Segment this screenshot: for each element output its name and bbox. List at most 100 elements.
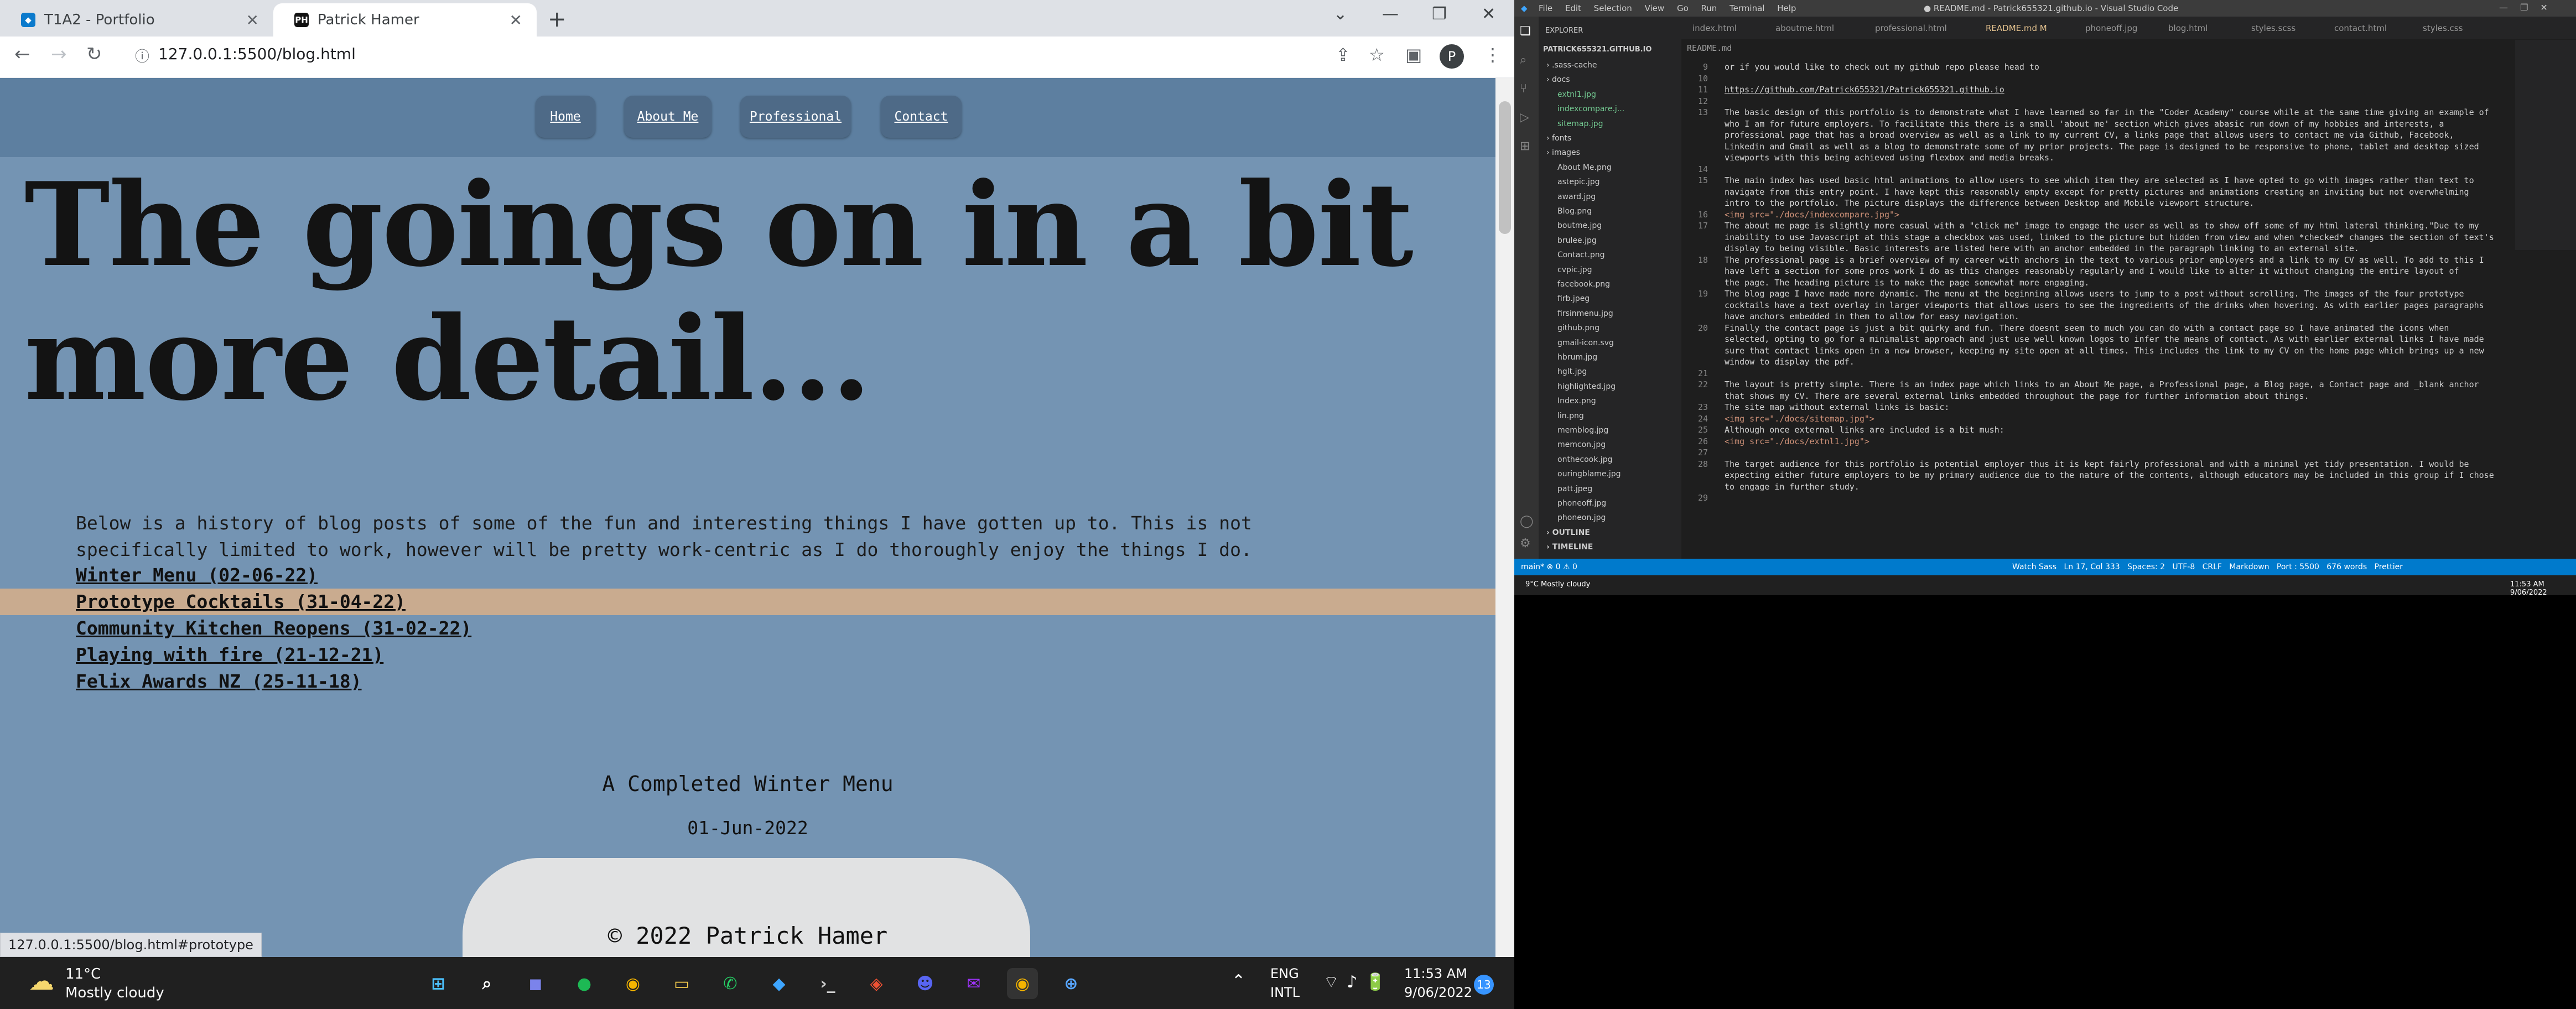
file-tree-item[interactable]: memcon.jpg — [1557, 440, 1606, 449]
bookmark-star-icon[interactable]: ☆ — [1369, 44, 1385, 65]
account-icon[interactable]: ◯ — [1520, 514, 1534, 528]
nav-about-button[interactable]: About Me — [624, 96, 711, 138]
forward-icon[interactable]: → — [51, 43, 67, 65]
file-tree-item[interactable]: boutme.jpg — [1557, 221, 1602, 230]
file-tree-item[interactable]: gmail-icon.svg — [1557, 339, 1614, 347]
weather-desc[interactable]: Mostly cloudy — [65, 985, 164, 1001]
tab-portfolio[interactable]: ◆ T1A2 - Portfolio ✕ — [0, 3, 273, 37]
tab-patrick-hamer[interactable]: PH Patrick Hamer ✕ — [273, 3, 537, 37]
back-icon[interactable]: ← — [14, 43, 30, 65]
file-tree-item[interactable]: › fonts — [1546, 134, 1571, 143]
file-tree-item[interactable]: cvpic.jpg — [1557, 266, 1592, 274]
side-panel-icon[interactable]: ▣ — [1405, 44, 1422, 65]
close-window-icon[interactable]: ✕ — [1482, 4, 1495, 24]
file-tree-item[interactable]: astepic.jpg — [1557, 178, 1600, 186]
secondary-clock[interactable]: 11:53 AM 9/06/2022 — [2510, 580, 2576, 597]
site-info-icon[interactable]: ⓘ — [135, 45, 149, 66]
file-tree-item[interactable]: memblog.jpg — [1557, 426, 1608, 435]
code-line[interactable]: <img src="./docs/extnl1.jpg"> — [1725, 436, 1869, 446]
code-line[interactable]: to engage in further study. — [1725, 482, 1860, 492]
extensions-icon[interactable]: ⊞ — [1520, 139, 1530, 153]
file-tree-item[interactable]: hbrum.jpg — [1557, 353, 1597, 362]
secondary-weather[interactable]: 9°C Mostly cloudy — [1525, 580, 1590, 589]
clock-date[interactable]: 9/06/2022 — [1404, 985, 1472, 1000]
nav-home-button[interactable]: Home — [536, 96, 595, 138]
file-tree-item[interactable]: firb.jpeg — [1557, 294, 1590, 303]
code-line[interactable]: intro to the portfolio. The picture disp… — [1725, 198, 2254, 208]
file-tree-item[interactable]: › OUTLINE — [1546, 528, 1590, 537]
code-line[interactable]: who I am for future employers. To facili… — [1725, 119, 2444, 129]
file-tree-item[interactable]: Contact.png — [1557, 251, 1605, 259]
vscode-menu[interactable]: File Edit Selection View Go Run Terminal… — [1539, 3, 1796, 13]
project-folder[interactable]: PATRICK655321.GITHUB.IO — [1543, 45, 1651, 54]
file-tree-item[interactable]: Blog.png — [1557, 207, 1592, 216]
code-editor[interactable]: README.md 9 or if you would like to check… — [1681, 40, 2576, 559]
more-menu-icon[interactable]: ⋮ — [1484, 44, 1502, 65]
file-tree-item[interactable]: phoneoff.jpg — [1557, 499, 1606, 508]
file-tree-item[interactable]: sitemap.jpg — [1557, 119, 1603, 128]
code-line[interactable]: The target audience for this portfolio i… — [1725, 459, 2469, 469]
file-tree-item[interactable]: facebook.png — [1557, 280, 1610, 289]
file-tree-item[interactable]: ouringblame.jpg — [1557, 470, 1621, 479]
code-line[interactable]: have left a section for some pros work I… — [1725, 266, 2459, 276]
code-line[interactable]: <img src="./docs/indexcompare.jpg"> — [1725, 210, 1899, 220]
file-tree-item[interactable]: hglt.jpg — [1557, 367, 1587, 376]
file-tree-item[interactable]: › images — [1546, 148, 1580, 157]
code-line[interactable]: The about me page is slightly more casua… — [1725, 221, 2479, 231]
code-line[interactable]: or if you would like to check out my git… — [1725, 62, 2039, 72]
source-control-icon[interactable]: ⑂ — [1520, 82, 1527, 96]
address-url[interactable]: 127.0.0.1:5500/blog.html — [158, 45, 356, 63]
vscode-window-controls[interactable]: —❐✕ — [2499, 2, 2560, 13]
editor-tab[interactable]: styles.css — [2423, 23, 2463, 33]
file-tree-item[interactable]: Index.png — [1557, 397, 1596, 405]
file-tree-item[interactable]: phoneon.jpg — [1557, 513, 1606, 522]
run-debug-icon[interactable]: ▷ — [1520, 111, 1529, 124]
file-explorer-icon[interactable]: ▭ — [666, 968, 697, 999]
messenger-icon[interactable]: ✉ — [958, 968, 989, 999]
code-line[interactable]: https://github.com/Patrick655321/Patrick… — [1725, 85, 2004, 95]
editor-tab[interactable]: styles.scss — [2251, 23, 2295, 33]
spotify-icon[interactable]: ● — [569, 968, 600, 999]
file-tree-item[interactable]: lin.png — [1557, 412, 1584, 420]
file-tree-item[interactable]: About Me.png — [1557, 163, 1612, 172]
search-icon[interactable]: ⌕ — [1520, 53, 1526, 67]
code-line[interactable]: sure that contact links open in a new br… — [1725, 346, 2484, 356]
gitbash-icon[interactable]: ◈ — [861, 968, 892, 999]
branch-status[interactable]: main* ⊗ 0 ⚠ 0 — [1521, 563, 1577, 571]
editor-tab-active[interactable]: README.md M — [1986, 23, 2047, 33]
notification-badge[interactable]: 13 — [1474, 975, 1494, 995]
share-icon[interactable]: ⇪ — [1336, 44, 1351, 65]
file-tree-item[interactable]: brulee.jpg — [1557, 236, 1597, 245]
editor-breadcrumb[interactable]: README.md — [1687, 43, 1732, 53]
file-tree-item[interactable]: firsinmenu.jpg — [1557, 309, 1613, 318]
code-line[interactable]: the page. The heading picture is to make… — [1725, 278, 2089, 288]
language-sub[interactable]: INTL — [1270, 985, 1300, 1000]
post-link-winter-menu[interactable]: Winter Menu (02-06-22) — [76, 562, 318, 589]
minimize-icon[interactable]: — — [1382, 4, 1399, 24]
post-link-community-kitchen[interactable]: Community Kitchen Reopens (31-02-22) — [76, 615, 471, 642]
editor-tab[interactable]: blog.html — [2168, 23, 2208, 33]
post-link-felix-awards[interactable]: Felix Awards NZ (25-11-18) — [76, 668, 362, 695]
scrollbar-thumb[interactable] — [1499, 101, 1511, 234]
editor-tab[interactable]: aboutme.html — [1775, 23, 1834, 33]
code-line[interactable]: selected, opting to go for a minimalist … — [1725, 334, 2484, 344]
file-tree-item[interactable]: › .sass-cache — [1546, 61, 1597, 70]
code-line[interactable]: have anchors embedded in them to allow f… — [1725, 311, 2019, 321]
file-tree-item[interactable]: onthecook.jpg — [1557, 455, 1612, 464]
file-tree-item[interactable]: github.png — [1557, 324, 1599, 332]
code-line[interactable]: The layout is pretty simple. There is an… — [1725, 379, 2479, 389]
nav-contact-button[interactable]: Contact — [881, 96, 962, 138]
code-line[interactable]: Finally the contact page is just a bit q… — [1725, 323, 2449, 333]
vscode-icon[interactable]: ◆ — [764, 968, 794, 999]
code-line[interactable]: The main index has used basic html anima… — [1725, 175, 2474, 185]
weather-temp[interactable]: 11°C — [65, 966, 101, 982]
file-tree-item[interactable]: indexcompare.j... — [1557, 105, 1624, 113]
reload-icon[interactable]: ↻ — [86, 43, 102, 65]
code-line[interactable]: The basic design of this portfolio is to… — [1725, 107, 2489, 117]
code-line[interactable]: viewports with this being achieved using… — [1725, 153, 2054, 163]
file-tree-item[interactable]: award.jpg — [1557, 193, 1596, 201]
onedrive-icon[interactable]: ⊕ — [1056, 968, 1087, 999]
close-tab-icon[interactable]: ✕ — [246, 11, 259, 29]
file-tree-item[interactable]: highlighted.jpg — [1557, 382, 1616, 391]
restore-icon[interactable]: ❐ — [1432, 4, 1447, 24]
